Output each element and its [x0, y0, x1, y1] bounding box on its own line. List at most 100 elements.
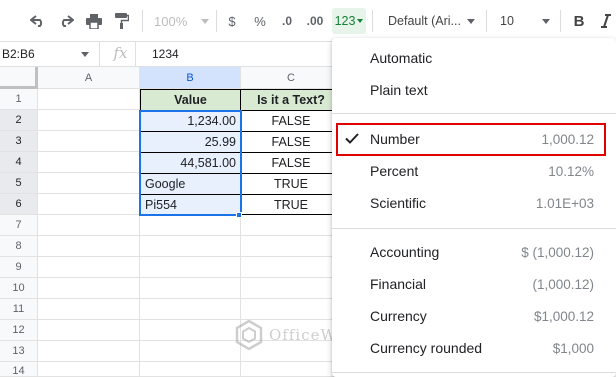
row-header[interactable]: 1	[0, 89, 38, 110]
percent-button[interactable]: %	[250, 8, 270, 34]
toolbar-divider	[560, 10, 561, 32]
print-icon[interactable]	[82, 8, 106, 34]
cell-a2[interactable]	[38, 110, 140, 131]
cell-c6[interactable]: TRUE	[240, 194, 342, 215]
cell-c5[interactable]: TRUE	[240, 173, 342, 195]
cell-b8[interactable]	[140, 236, 241, 257]
menu-item-label: Automatic	[370, 50, 433, 66]
chevron-down-icon	[81, 52, 89, 57]
row-header[interactable]: 3	[0, 131, 38, 152]
cell-c14[interactable]	[241, 362, 342, 377]
italic-button[interactable]	[596, 8, 616, 34]
cell-c10[interactable]	[241, 278, 342, 299]
cell-a5[interactable]	[38, 173, 140, 194]
menu-item-example: $ (1,000.12)	[521, 244, 594, 260]
undo-icon[interactable]	[26, 8, 50, 34]
row-header[interactable]: 12	[0, 320, 38, 341]
cell-a7[interactable]	[38, 215, 140, 236]
menu-item-example: 10.12%	[548, 163, 594, 179]
menu-item-example: $1,000.12	[533, 308, 594, 324]
menu-item-currency-rounded[interactable]: Currency rounded $1,000	[332, 332, 616, 364]
menu-divider	[332, 113, 616, 114]
cell-b12[interactable]	[140, 320, 241, 341]
row-header[interactable]: 13	[0, 341, 38, 362]
cell-b11[interactable]	[140, 299, 241, 320]
font-select[interactable]: Default (Ari...	[384, 8, 480, 34]
cell-b3[interactable]: 25.99	[140, 131, 241, 153]
zoom-select[interactable]: 100%	[150, 8, 210, 34]
menu-item-financial[interactable]: Financial (1,000.12)	[332, 268, 616, 300]
row-header[interactable]: 2	[0, 110, 38, 131]
more-formats-button[interactable]: 123	[332, 8, 366, 34]
menu-item-label: Plain text	[370, 82, 428, 98]
cell-c9[interactable]	[241, 257, 342, 278]
cell-a3[interactable]	[38, 131, 140, 152]
cell-b2[interactable]: 1,234.00	[140, 110, 241, 132]
cell-b14[interactable]	[140, 362, 241, 377]
cell-a9[interactable]	[38, 257, 140, 278]
formula-input[interactable]: 1234	[152, 42, 179, 66]
name-box[interactable]: B2:B6	[0, 42, 100, 66]
row-header[interactable]: 9	[0, 257, 38, 278]
cell-a12[interactable]	[38, 320, 140, 341]
cell-b13[interactable]	[140, 341, 241, 362]
menu-item-label: Currency rounded	[370, 340, 483, 356]
row-header[interactable]: 6	[0, 194, 38, 215]
cell-c7[interactable]	[241, 215, 342, 236]
column-header-c[interactable]: C	[241, 67, 342, 89]
cell-a1[interactable]	[38, 89, 140, 110]
menu-divider	[332, 228, 616, 229]
paint-format-icon[interactable]	[110, 8, 134, 34]
cell-b9[interactable]	[140, 257, 241, 278]
cell-b4[interactable]: 44,581.00	[140, 152, 241, 174]
bold-label: B	[573, 12, 585, 30]
cell-a4[interactable]	[38, 152, 140, 173]
cell-a11[interactable]	[38, 299, 140, 320]
cell-c2[interactable]: FALSE	[240, 110, 342, 132]
cell-a8[interactable]	[38, 236, 140, 257]
cell-c8[interactable]	[241, 236, 342, 257]
increase-decimal-button[interactable]: .00	[302, 8, 328, 34]
cell-a14[interactable]	[38, 362, 140, 377]
menu-item-label: Scientific	[370, 195, 427, 211]
chevron-down-icon	[466, 18, 475, 24]
menu-divider	[332, 372, 616, 373]
row-header[interactable]: 8	[0, 236, 38, 257]
cell-b7[interactable]	[140, 215, 241, 236]
row-header[interactable]: 14	[0, 362, 38, 377]
row-header[interactable]: 7	[0, 215, 38, 236]
header-is-text[interactable]: Is it a Text?	[240, 89, 342, 111]
menu-item-currency[interactable]: Currency $1,000.12	[332, 300, 616, 332]
row-header[interactable]: 10	[0, 278, 38, 299]
redo-icon[interactable]	[54, 8, 78, 34]
cell-c3[interactable]: FALSE	[240, 131, 342, 153]
cell-c11[interactable]	[241, 299, 342, 320]
cell-a10[interactable]	[38, 278, 140, 299]
cell-a13[interactable]	[38, 341, 140, 362]
select-all-corner[interactable]	[0, 67, 38, 89]
toolbar: 100% $ % .0 .00 123 Default (Ari... 10 B	[0, 0, 616, 42]
menu-item-example: $1,000	[552, 340, 594, 356]
cell-c4[interactable]: FALSE	[240, 152, 342, 174]
menu-item-example: 1.01E+03	[535, 195, 594, 211]
font-size-select[interactable]: 10	[496, 8, 556, 34]
menu-item-automatic[interactable]: Automatic	[332, 42, 616, 74]
menu-item-scientific[interactable]: Scientific 1.01E+03	[332, 187, 616, 219]
cell-b6[interactable]: Pi554	[140, 194, 241, 215]
fill-handle[interactable]	[236, 212, 242, 218]
currency-button[interactable]: $	[222, 8, 242, 34]
cell-a6[interactable]	[38, 194, 140, 215]
row-header[interactable]: 5	[0, 173, 38, 194]
column-header-b[interactable]: B	[140, 67, 241, 89]
menu-item-plain-text[interactable]: Plain text	[332, 74, 616, 106]
column-header-a[interactable]: A	[38, 67, 140, 89]
row-header[interactable]: 4	[0, 152, 38, 173]
menu-item-accounting[interactable]: Accounting $ (1,000.12)	[332, 236, 616, 268]
decrease-decimal-button[interactable]: .0	[276, 8, 298, 34]
cell-b5[interactable]: Google	[140, 173, 241, 195]
header-value[interactable]: Value	[140, 89, 241, 111]
bold-button[interactable]: B	[568, 8, 590, 34]
cell-b10[interactable]	[140, 278, 241, 299]
row-header[interactable]: 11	[0, 299, 38, 320]
menu-item-percent[interactable]: Percent 10.12%	[332, 155, 616, 187]
